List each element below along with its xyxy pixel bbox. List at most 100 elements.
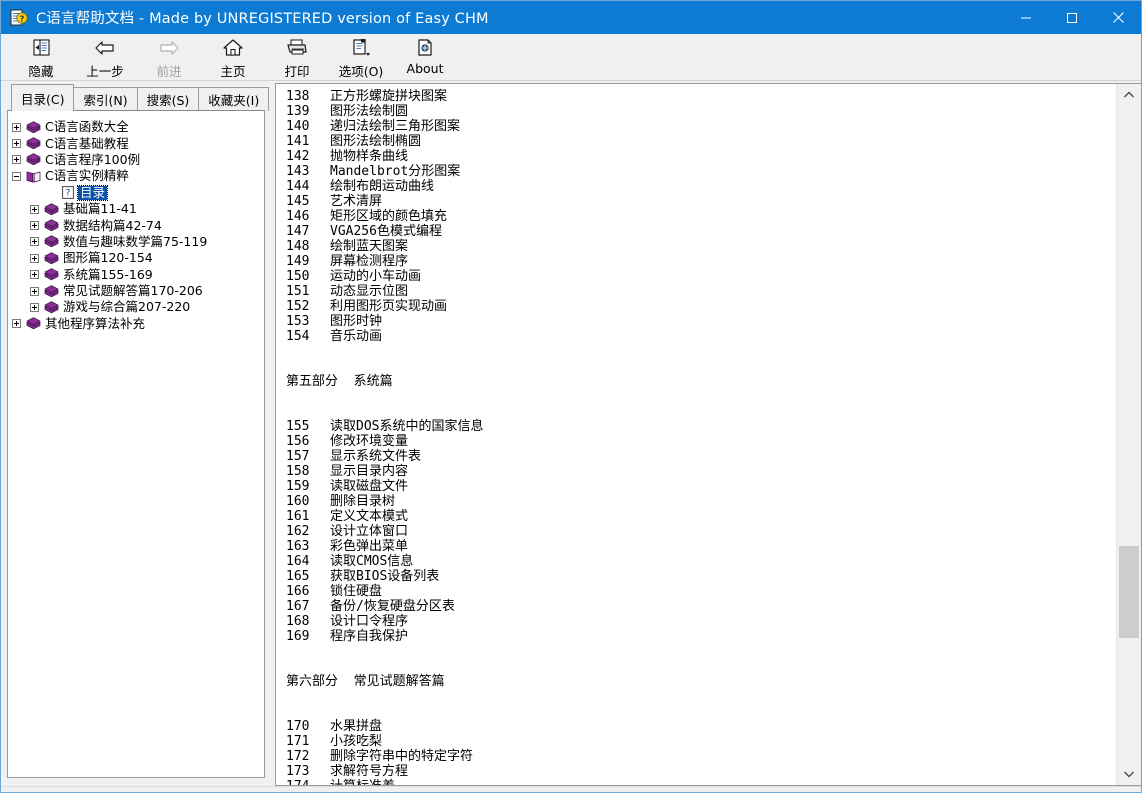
- content-entry[interactable]: 143 Mandelbrot分形图案: [276, 164, 1116, 179]
- expand-toggle-icon[interactable]: [30, 237, 39, 247]
- entry-number: 160: [286, 494, 310, 509]
- content-entry[interactable]: 150 运动的小车动画: [276, 269, 1116, 284]
- expand-toggle-icon[interactable]: [12, 155, 21, 165]
- scroll-thumb[interactable]: [1119, 546, 1139, 639]
- expand-toggle-icon[interactable]: [12, 319, 21, 329]
- content-entry[interactable]: 163 彩色弹出菜单: [276, 539, 1116, 554]
- tree-item[interactable]: C语言函数大全: [8, 119, 264, 135]
- toolbar-button-options[interactable]: 选项(O): [329, 34, 393, 80]
- expand-toggle-icon[interactable]: [30, 302, 39, 312]
- expand-toggle-icon[interactable]: [30, 286, 39, 296]
- content-entry[interactable]: 156 修改环境变量: [276, 434, 1116, 449]
- content-entry[interactable]: 172 删除字符串中的特定字符: [276, 749, 1116, 764]
- minimize-button[interactable]: [1003, 1, 1049, 34]
- collapse-toggle-icon[interactable]: [12, 171, 21, 181]
- content-entry[interactable]: 138 正方形螺旋拼块图案: [276, 89, 1116, 104]
- expand-toggle-icon[interactable]: [12, 122, 21, 132]
- content-entry[interactable]: 160 删除目录树: [276, 494, 1116, 509]
- expand-toggle-icon[interactable]: [30, 221, 39, 231]
- maximize-button[interactable]: [1049, 1, 1095, 34]
- content-entry[interactable]: 158 显示目录内容: [276, 464, 1116, 479]
- content-entry[interactable]: 161 定义文本模式: [276, 509, 1116, 524]
- content-entry[interactable]: 145 艺术清屏: [276, 194, 1116, 209]
- toolbar-button-back[interactable]: 上一步: [73, 34, 137, 80]
- expand-toggle-icon[interactable]: [30, 204, 39, 214]
- tree-item[interactable]: 系统篇155-169: [8, 267, 264, 283]
- content-entry[interactable]: 151 动态显示位图: [276, 284, 1116, 299]
- content-entry[interactable]: 152 利用图形页实现动画: [276, 299, 1116, 314]
- content-entry[interactable]: 139 图形法绘制圆: [276, 104, 1116, 119]
- entry-title: 矩形区域的颜色填充: [330, 209, 448, 224]
- entry-title: 图形时钟: [330, 314, 383, 329]
- content-entry[interactable]: 164 读取CMOS信息: [276, 554, 1116, 569]
- content-entry[interactable]: 166 锁住硬盘: [276, 584, 1116, 599]
- tab-search[interactable]: 搜索(S): [136, 87, 200, 111]
- entry-title: 定义文本模式: [330, 509, 409, 524]
- content-entry[interactable]: 147 VGA256色模式编程: [276, 224, 1116, 239]
- content-entry[interactable]: 140 递归法绘制三角形图案: [276, 119, 1116, 134]
- content-entry[interactable]: 174计算标准差: [276, 779, 1116, 785]
- tree-item[interactable]: 游戏与综合篇207-220: [8, 299, 264, 315]
- tab-contents[interactable]: 目录(C): [11, 84, 75, 111]
- entry-title: 计算标准差: [330, 779, 395, 785]
- tree-item[interactable]: C语言实例精粹: [8, 168, 264, 184]
- content-entry[interactable]: 146 矩形区域的颜色填充: [276, 209, 1116, 224]
- toolbar-button-hide[interactable]: 隐藏: [9, 34, 73, 80]
- content-entry[interactable]: 155 读取DOS系统中的国家信息: [276, 419, 1116, 434]
- tree-item[interactable]: 数值与趣味数学篇75-119: [8, 234, 264, 250]
- tree-item-label: C语言实例精粹: [45, 168, 129, 184]
- content-entry[interactable]: 162 设计立体窗口: [276, 524, 1116, 539]
- entry-title: 设计立体窗口: [330, 524, 409, 539]
- toolbar-button-forward[interactable]: 前进: [137, 34, 201, 80]
- content-entry[interactable]: 171 小孩吃梨: [276, 734, 1116, 749]
- content-entry[interactable]: 149 屏幕检测程序: [276, 254, 1116, 269]
- entry-title: 动态显示位图: [330, 284, 409, 299]
- content-entry[interactable]: 165 获取BIOS设备列表: [276, 569, 1116, 584]
- tab-favorites[interactable]: 收藏夹(I): [198, 87, 270, 111]
- content-entry[interactable]: 153 图形时钟: [276, 314, 1116, 329]
- expand-toggle-icon[interactable]: [30, 253, 39, 263]
- content-entry[interactable]: 141 图形法绘制椭圆: [276, 134, 1116, 149]
- scroll-track[interactable]: [1117, 106, 1141, 763]
- tree-item[interactable]: 其他程序算法补充: [8, 316, 264, 332]
- entry-number: 166: [286, 584, 310, 599]
- content-entry[interactable]: 144 绘制布朗运动曲线: [276, 179, 1116, 194]
- entry-number: 147: [286, 224, 310, 239]
- tab-index[interactable]: 索引(N): [73, 87, 138, 111]
- content-entry[interactable]: 170 水果拼盘: [276, 719, 1116, 734]
- tree-item[interactable]: ? 目录: [8, 184, 264, 201]
- tree-item[interactable]: 常见试题解答篇170-206: [8, 283, 264, 299]
- content-entry[interactable]: 157 显示系统文件表: [276, 449, 1116, 464]
- scroll-up-button[interactable]: [1117, 84, 1141, 106]
- tree-item[interactable]: 图形篇120-154: [8, 250, 264, 266]
- book-closed-icon: [44, 301, 59, 314]
- tree-item-label: 基础篇11-41: [63, 201, 137, 217]
- tree-item[interactable]: C语言程序100例: [8, 152, 264, 168]
- tab-label: 搜索(S): [146, 93, 190, 108]
- contents-tree[interactable]: C语言函数大全 C语言基础教程 C语言程序100例 C语言实例精粹? 目录 基础篇11-4…: [7, 110, 265, 778]
- entry-title: 删除字符串中的特定字符: [330, 749, 474, 764]
- vertical-scrollbar[interactable]: [1116, 84, 1141, 785]
- content-entry[interactable]: 154 音乐动画: [276, 329, 1116, 344]
- toolbar-button-about[interactable]: About: [393, 34, 457, 80]
- tree-item[interactable]: 基础篇11-41: [8, 201, 264, 217]
- entry-number: 140: [286, 119, 310, 134]
- toolbar-button-print[interactable]: 打印: [265, 34, 329, 80]
- content-entry[interactable]: 159 读取磁盘文件: [276, 479, 1116, 494]
- scroll-down-button[interactable]: [1117, 763, 1141, 785]
- expand-toggle-icon[interactable]: [30, 270, 39, 280]
- content-entry[interactable]: 167 备份/恢复硬盘分区表: [276, 599, 1116, 614]
- content-entry[interactable]: 173 求解符号方程: [276, 764, 1116, 779]
- tab-label: 目录(C): [21, 91, 65, 107]
- tree-item[interactable]: C语言基础教程: [8, 135, 264, 151]
- content-entry[interactable]: 168 设计口令程序: [276, 614, 1116, 629]
- tree-item[interactable]: 数据结构篇42-74: [8, 217, 264, 233]
- content-entry[interactable]: 169 程序自我保护: [276, 629, 1116, 644]
- content-entry[interactable]: 148 绘制蓝天图案: [276, 239, 1116, 254]
- toolbar-button-home[interactable]: 主页: [201, 34, 265, 80]
- expand-toggle-icon[interactable]: [12, 139, 21, 149]
- close-button[interactable]: [1095, 1, 1141, 34]
- entry-title: 利用图形页实现动画: [330, 299, 448, 314]
- content-entry[interactable]: 142 抛物样条曲线: [276, 149, 1116, 164]
